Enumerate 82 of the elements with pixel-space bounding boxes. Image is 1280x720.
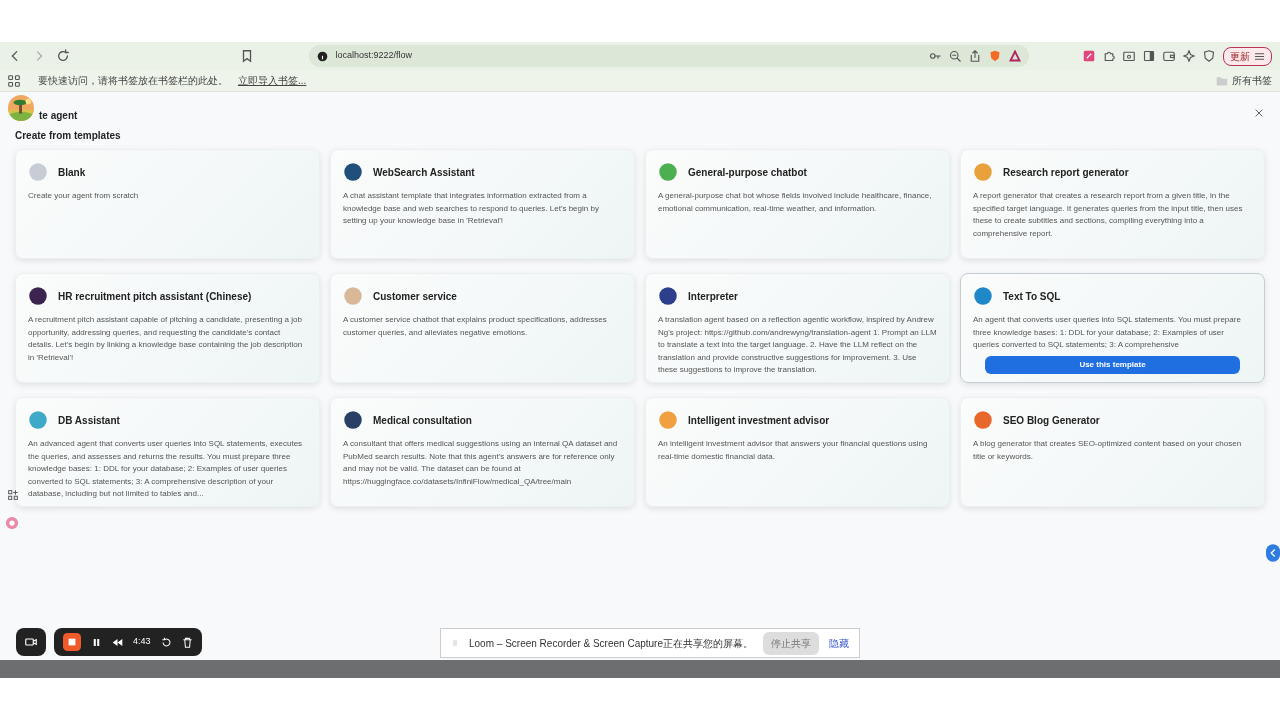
all-bookmarks-button[interactable]: 所有书签 <box>1216 73 1272 88</box>
logo-icon <box>658 162 678 182</box>
template-title: Customer service <box>373 289 457 304</box>
puzzle-icon[interactable] <box>1103 50 1115 62</box>
logo-icon <box>343 162 363 182</box>
template-description: A report generator that creates a research report from a given title, in the specified target language. It generates queries from the input title, then uses these to create subtitles and sections, compiling everything into a comprehensive report. <box>973 190 1244 240</box>
pause-icon[interactable] <box>91 636 102 648</box>
template-description: An advanced agent that converts user queries into SQL statements, executes the queries, and assesses and returns the results. You must prepare three knowledge bases: 1: DDL for your database; 2: Examples of user queries converted to SQL statements; 3: A comprehensive description of your database, including but not limited to tables and... <box>28 438 304 500</box>
template-description: A chat assistant template that integrates information extracted from a knowledge base and web searches to respond to queries. Let's begin by setting up your knowledge base in 'Retrieval'! <box>343 190 600 227</box>
template-title: SEO Blog Generator <box>1003 413 1100 428</box>
camera-icon <box>25 636 37 648</box>
template-description: An agent that converts user queries into SQL statements. You must prepare three knowledge bases: 1: DDL for your database; 2: Examples of user queries converted to SQL statements; 3: A comprehensive <box>973 314 1242 351</box>
logo-icon <box>973 410 993 430</box>
shield-icon[interactable] <box>1203 50 1215 62</box>
logo-icon <box>973 162 993 182</box>
logo-icon <box>28 162 48 182</box>
template-description: An intelligent investment advisor that answers your financial questions using real-time domestic financial data. <box>658 438 929 463</box>
camera-button[interactable] <box>16 628 46 656</box>
template-card[interactable]: Blank Create your agent from scratch <box>15 149 320 259</box>
grid-add-icon[interactable] <box>8 490 18 500</box>
template-title: Intelligent investment advisor <box>688 413 830 428</box>
logo-icon <box>658 286 678 306</box>
template-description: A blog generator that creates SEO-optimized content based on your chosen title or keywords. <box>973 438 1243 463</box>
extension-icon[interactable] <box>1083 50 1095 62</box>
logo-icon <box>658 410 678 430</box>
template-title: Medical consultation <box>373 413 472 428</box>
template-title: General-purpose chatbot <box>688 165 807 180</box>
zoom-icon[interactable] <box>948 50 961 62</box>
dialog-title: te agent <box>39 109 78 123</box>
logo-icon <box>28 410 48 430</box>
menu-icon <box>1254 50 1265 62</box>
template-description: A translation agent based on a reflection agentic workflow, inspired by Andrew Ng's project: https://github.com/andrewyng/translation-agent 1. Prompt an LLM to translate a text into the target language. 2. Have the LLM reflect on the translation and provide constructive suggestions for improvement. 3. Use these suggestions to improve the translation. <box>658 314 937 376</box>
template-title: WebSearch Assistant <box>373 165 475 180</box>
share-message: Loom – Screen Recorder & Screen Capture正在共享您的屏幕。 <box>469 636 753 651</box>
hide-link[interactable]: 隐藏 <box>829 635 849 651</box>
import-bookmarks-link[interactable]: 立即导入书签... <box>238 73 307 88</box>
template-description: A consultant that offers medical suggestions using an internal QA dataset and PubMed search results. Note that this agent's answers are for reference only and may not be valid. The dataset can be found at https://huggingface.co/datasets/InfiniFlow/medical_QA/tree/main <box>343 438 619 488</box>
folder-icon <box>1216 74 1228 87</box>
share-icon[interactable] <box>968 50 981 62</box>
template-title: HR recruitment pitch assistant (Chinese) <box>58 289 252 304</box>
close-icon[interactable] <box>1254 108 1264 118</box>
sidebar-icon[interactable] <box>1143 50 1155 62</box>
rewind-icon[interactable] <box>112 636 123 648</box>
logo-icon <box>28 286 48 306</box>
collapse-icon[interactable] <box>1266 544 1280 562</box>
triangle-icon[interactable] <box>1008 50 1021 62</box>
restart-icon[interactable] <box>160 636 172 648</box>
apps-icon[interactable] <box>8 74 20 87</box>
template-description: Create your agent from scratch <box>28 190 140 202</box>
template-title: Research report generator <box>1003 165 1129 180</box>
template-description: A general-purpose chat bot whose fields involved include healthcare, finance, emotional communication, real-time weather, and information. <box>658 190 933 215</box>
bookmark-icon[interactable] <box>240 49 254 63</box>
use-template-button[interactable]: Use this template <box>985 356 1240 374</box>
template-description: A customer service chatbot that explains product specifications, addresses customer queries, and alleviates negative emotions. <box>343 314 608 339</box>
template-title: DB Assistant <box>58 413 120 428</box>
logo-icon <box>973 286 993 306</box>
logo-icon <box>343 410 363 430</box>
template-card[interactable]: Intelligent investment advisor An intelligent investment advisor that answers your financial questions using real-time domestic financial data. <box>645 397 950 507</box>
trash-icon[interactable] <box>181 636 193 648</box>
template-title: Text To SQL <box>1003 289 1061 304</box>
template-card[interactable]: SEO Blog Generator A blog generator that creates SEO-optimized content based on your chosen title or keywords. <box>960 397 1265 507</box>
template-card[interactable]: General-purpose chatbot A general-purpose chat bot whose fields involved include healthcare, finance, emotional communication, real-time weather, and information. <box>645 149 950 259</box>
drag-handle-icon[interactable] <box>451 638 459 648</box>
bookmarks-hint: 要快速访问，请将书签放在书签栏的此处。 <box>38 74 228 88</box>
template-title: Blank <box>58 165 86 180</box>
recording-time: 4:43 <box>133 635 151 649</box>
template-card[interactable]: Customer service A customer service chatbot that explains product specifications, addresses customer queries, and alleviates negative emotions. <box>330 273 635 383</box>
stop-sharing-button[interactable]: 停止共享 <box>763 631 819 655</box>
template-title: Interpreter <box>688 289 738 304</box>
stop-icon[interactable] <box>63 633 81 651</box>
wallet-icon[interactable] <box>1163 50 1175 62</box>
logo-icon <box>343 286 363 306</box>
info-icon <box>316 50 328 62</box>
sparkle-icon[interactable] <box>1183 50 1195 62</box>
key-icon[interactable] <box>928 50 941 62</box>
template-description: A recruitment pitch assistant capable of pitching a candidate, presenting a job opportunity, addressing queries, and requesting the candidate's contact details. Let's begin by linking a knowledge base containing the job description in 'Retrieval'! <box>28 314 304 364</box>
address-bar[interactable]: localhost:9222/flow <box>308 45 1029 67</box>
window-icon[interactable] <box>1123 50 1135 62</box>
reload-icon[interactable] <box>56 49 70 63</box>
section-heading: Create from templates <box>15 129 122 143</box>
template-card[interactable] <box>960 273 1265 383</box>
update-button[interactable]: 更新 <box>1223 46 1272 66</box>
